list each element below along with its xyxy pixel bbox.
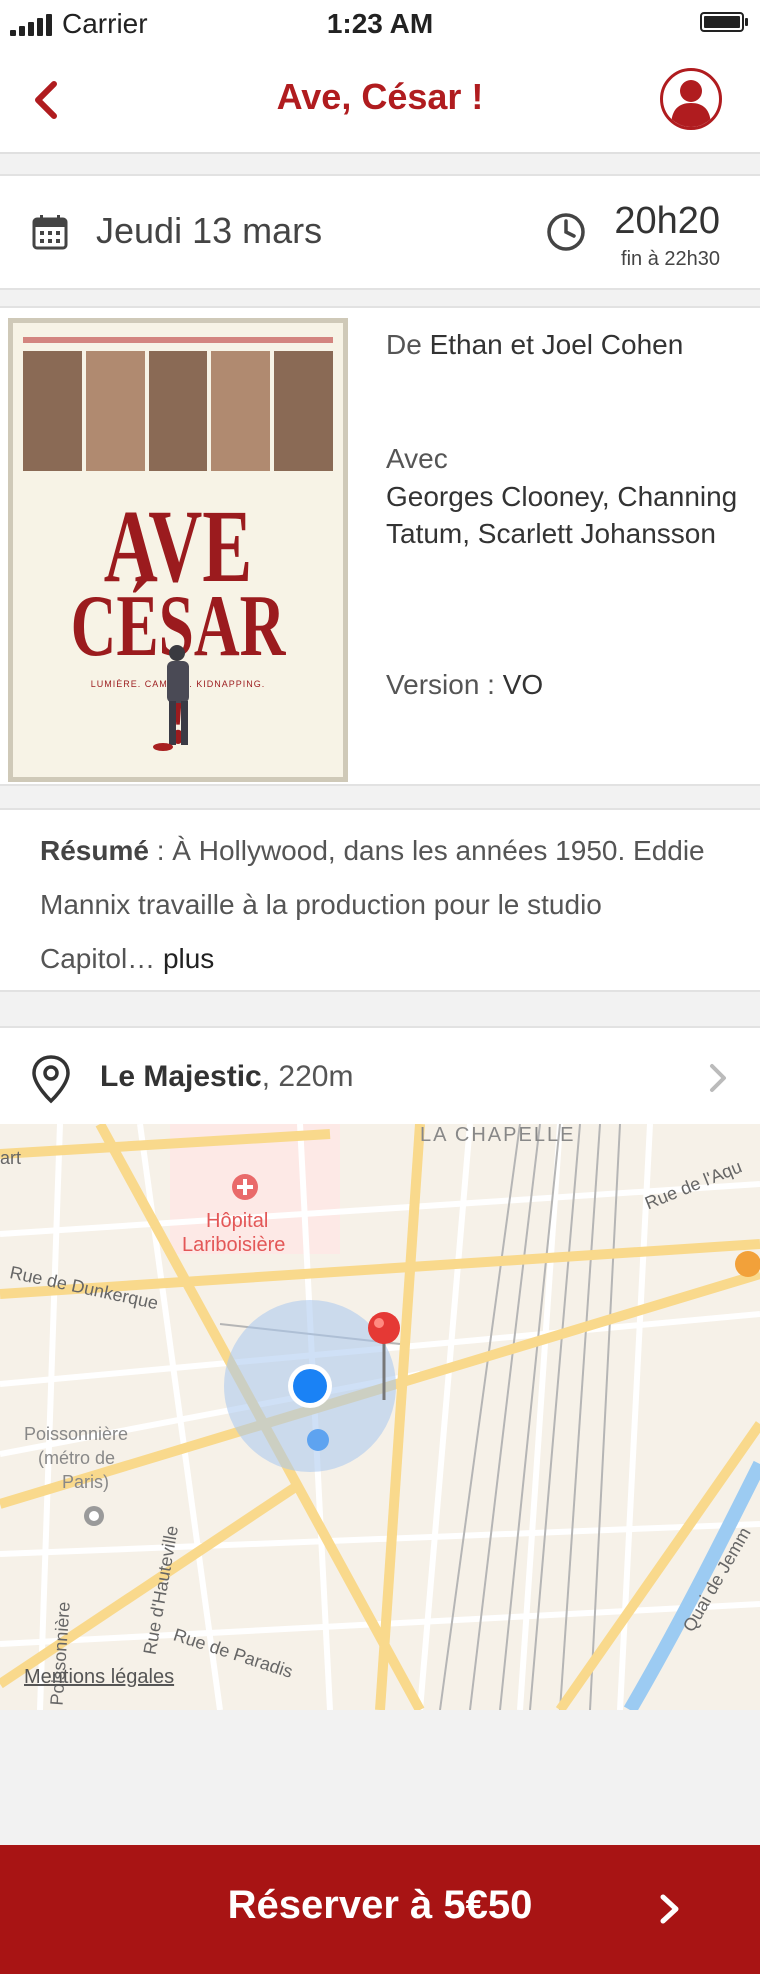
version-line: Version : VO: [386, 666, 543, 703]
cast-list: Georges Clooney, Channing Tatum, Scarlet…: [386, 481, 738, 549]
clock-icon: [547, 213, 585, 251]
cinema-distance: , 220m: [261, 1060, 354, 1093]
start-time: 20h20: [614, 200, 720, 242]
map-label-lariboisiere: Lariboisière: [182, 1234, 286, 1256]
map-label-hopital: Hôpital: [206, 1210, 269, 1232]
map-label-art: art: [0, 1148, 22, 1168]
page-title: Ave, César !: [276, 76, 484, 117]
cinema-row[interactable]: Le Majestic, 220m: [0, 1026, 760, 1124]
poster-figure: [153, 645, 189, 751]
summary-label: Résumé: [40, 835, 149, 866]
status-time: 1:23 AM: [326, 8, 434, 39]
director-prefix: De: [386, 329, 422, 360]
version-label: Version :: [386, 669, 495, 700]
user-avatar-icon: [671, 80, 711, 127]
cinema-name-line: Le Majestic, 220m: [100, 1060, 353, 1094]
nav-bar: Ave, César !: [0, 50, 760, 154]
status-bar: Carrier 1:23 AM: [0, 0, 760, 50]
chevron-right-icon: [660, 1894, 679, 1924]
movie-card: AVE CÉSAR ! LUMIÈRE. CAMÉRA. KIDNAPPING.…: [0, 306, 760, 786]
summary-card: Résumé : À Hollywood, dans les années 19…: [0, 808, 760, 992]
map-label-la-chapelle: LA CHAPELLE: [420, 1124, 576, 1146]
director-line: De Ethan et Joel Cohen: [386, 326, 686, 363]
location-pin-icon: [32, 1055, 70, 1104]
more-link[interactable]: plus: [163, 943, 214, 974]
map-label-poissonniere-1: Poissonnière: [24, 1424, 129, 1444]
map-label-poissonniere-2: (métro de: [38, 1448, 116, 1468]
poster-cast-photos: [23, 351, 333, 471]
reserve-label: Réserver à 5€50: [227, 1883, 533, 1927]
version-value: VO: [502, 669, 544, 700]
end-time: fin à 22h30: [621, 248, 720, 270]
show-date: Jeudi 13 mars: [96, 210, 323, 251]
poster-credits: [23, 337, 333, 343]
cinema-name: Le Majestic: [100, 1060, 262, 1093]
cinema-map[interactable]: LA CHAPELLE Hôpital Lariboisière Rue de …: [0, 1124, 760, 1710]
summary-text: Résumé : À Hollywood, dans les années 19…: [40, 824, 720, 986]
movie-poster[interactable]: AVE CÉSAR ! LUMIÈRE. CAMÉRA. KIDNAPPING.: [8, 318, 348, 782]
cast-label: Avec: [386, 443, 448, 474]
director-name: Ethan et Joel Cohen: [429, 329, 684, 360]
showtime-card: Jeudi 13 mars 20h20 fin à 22h30: [0, 174, 760, 290]
reserve-button[interactable]: Réserver à 5€50: [0, 1845, 760, 1974]
legal-notice-link[interactable]: Mentions légales: [24, 1666, 174, 1689]
map-label-poissonniere-3: Paris): [62, 1472, 110, 1492]
battery-icon: [700, 12, 748, 32]
map-graphics: [0, 1124, 760, 1710]
profile-button[interactable]: [660, 68, 722, 130]
calendar-icon: [32, 215, 68, 250]
chevron-right-icon: [710, 1064, 726, 1092]
